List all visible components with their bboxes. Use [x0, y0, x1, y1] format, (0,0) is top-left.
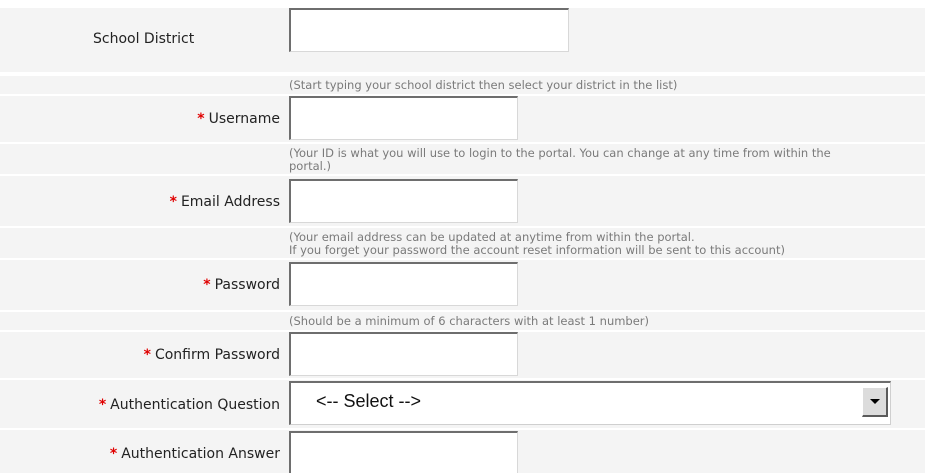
required-marker: *: [143, 347, 151, 363]
email-label: * Email Address: [170, 194, 280, 210]
required-marker: *: [203, 277, 211, 293]
auth-question-select[interactable]: <-- Select -->: [289, 381, 891, 425]
username-label: * Username: [197, 111, 280, 127]
confirm-password-label-text: Confirm Password: [154, 347, 280, 363]
password-input[interactable]: [289, 262, 518, 306]
confirm-password-label: * Confirm Password: [144, 347, 280, 363]
school-district-label: School District: [93, 31, 195, 47]
school-district-hint: (Start typing your school district then …: [289, 78, 678, 92]
email-hint-line2: If you forget your password the account …: [289, 243, 785, 257]
required-marker: *: [197, 111, 205, 127]
email-label-text: Email Address: [180, 194, 280, 210]
auth-answer-label: * Authentication Answer: [110, 446, 280, 462]
chevron-down-icon: [870, 399, 880, 404]
email-input[interactable]: [289, 179, 518, 223]
confirm-password-input[interactable]: [289, 332, 518, 376]
username-input[interactable]: [289, 96, 518, 140]
required-marker: *: [169, 194, 177, 210]
auth-answer-label-text: Authentication Answer: [121, 446, 280, 462]
registration-form: School District (Start typing your schoo…: [0, 0, 925, 473]
username-hint-line1: (Your ID is what you will use to login t…: [289, 146, 831, 160]
username-label-text: Username: [208, 111, 280, 127]
password-label: * Password: [203, 277, 280, 293]
username-hint-line2: portal.): [289, 159, 331, 173]
required-marker: *: [109, 446, 118, 462]
auth-question-selected: <-- Select -->: [316, 391, 422, 411]
dropdown-button[interactable]: [862, 387, 888, 417]
auth-question-label-text: Authentication Question: [110, 397, 280, 413]
password-hint: (Should be a minimum of 6 characters wit…: [289, 314, 650, 328]
email-hint-line1: (Your email address can be updated at an…: [289, 230, 695, 244]
required-marker: *: [98, 397, 107, 413]
auth-answer-input[interactable]: [289, 431, 518, 473]
auth-question-label: * Authentication Question: [99, 397, 280, 413]
password-label-text: Password: [214, 277, 280, 293]
school-district-input[interactable]: [289, 8, 569, 52]
